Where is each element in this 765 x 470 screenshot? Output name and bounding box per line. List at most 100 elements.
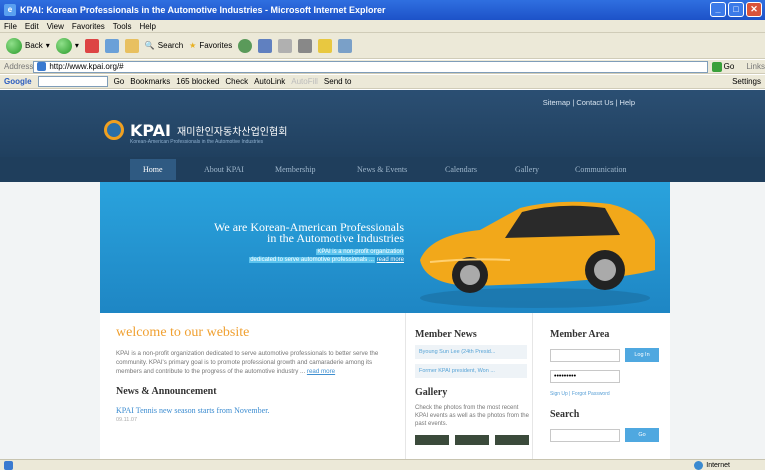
google-bookmarks-button[interactable]: Bookmarks bbox=[130, 77, 170, 86]
search-heading: Search bbox=[550, 409, 580, 420]
main-nav: Home About KPAI Membership News & Events… bbox=[0, 157, 765, 182]
menu-edit[interactable]: Edit bbox=[25, 22, 39, 31]
password-input[interactable]: ••••••••• bbox=[550, 370, 620, 383]
address-go-button[interactable]: Go bbox=[711, 61, 734, 72]
standard-toolbar: Back ▾ ▾ 🔍 Search ★ Favorites bbox=[0, 33, 765, 59]
ie-icon: e bbox=[4, 4, 16, 16]
print-icon[interactable] bbox=[298, 38, 313, 53]
menu-bar: File Edit View Favorites Tools Help bbox=[0, 20, 765, 33]
forward-button[interactable]: ▾ bbox=[55, 37, 79, 54]
nav-news-events[interactable]: News & Events bbox=[357, 165, 407, 174]
member-area-heading: Member Area bbox=[550, 329, 610, 340]
main-content: welcome to our website KPAI is a non-pro… bbox=[100, 313, 670, 459]
nav-membership[interactable]: Membership bbox=[275, 165, 315, 174]
autofill-button[interactable]: AutoFill bbox=[291, 77, 318, 86]
nav-about[interactable]: About KPAI bbox=[204, 165, 244, 174]
send-to-button[interactable]: Send to bbox=[324, 77, 352, 86]
history-icon[interactable] bbox=[258, 38, 273, 53]
gallery-thumbnail[interactable] bbox=[495, 435, 529, 445]
back-arrow-icon bbox=[6, 37, 22, 54]
nav-home[interactable]: Home bbox=[130, 159, 176, 180]
menu-view[interactable]: View bbox=[47, 22, 64, 31]
nav-calendars[interactable]: Calendars bbox=[445, 165, 477, 174]
folder-icon[interactable] bbox=[318, 38, 333, 53]
page-viewport: Sitemap | Contact Us | Help KPAI 재미한인자동차… bbox=[0, 90, 765, 459]
favorites-button[interactable]: ★ Favorites bbox=[189, 41, 232, 50]
car-image bbox=[420, 201, 655, 308]
google-settings-button[interactable]: Settings bbox=[732, 77, 761, 86]
menu-tools[interactable]: Tools bbox=[113, 22, 132, 31]
site-header: Sitemap | Contact Us | Help KPAI 재미한인자동차… bbox=[0, 90, 765, 157]
address-input[interactable]: http://www.kpai.org/# bbox=[33, 60, 708, 73]
google-toolbar: Google Go Bookmarks 165 blocked Check Au… bbox=[0, 75, 765, 89]
nav-communication[interactable]: Communication bbox=[575, 165, 627, 174]
welcome-read-more-link[interactable]: read more bbox=[307, 368, 335, 375]
mail-icon[interactable] bbox=[278, 38, 293, 53]
forward-arrow-icon bbox=[55, 37, 72, 54]
gallery-heading: Gallery bbox=[415, 387, 448, 398]
member-news-item[interactable]: Byoung Sun Lee (24th Presid... bbox=[415, 345, 527, 359]
gallery-thumbnails bbox=[415, 435, 532, 445]
login-button[interactable]: Log In bbox=[625, 348, 659, 362]
kpai-logo-icon bbox=[104, 120, 124, 140]
home-icon[interactable] bbox=[124, 38, 139, 53]
member-news-heading: Member News bbox=[415, 329, 477, 340]
top-links[interactable]: Sitemap | Contact Us | Help bbox=[543, 98, 635, 107]
username-input[interactable] bbox=[550, 348, 620, 362]
menu-help[interactable]: Help bbox=[139, 22, 155, 31]
page-icon bbox=[37, 62, 47, 71]
member-news-item[interactable]: Former KPAI president, Won ... bbox=[415, 364, 527, 378]
minimize-button[interactable]: _ bbox=[710, 2, 726, 17]
refresh-icon[interactable] bbox=[104, 38, 119, 53]
status-bar: Internet bbox=[0, 459, 765, 470]
go-arrow-icon bbox=[711, 61, 722, 72]
media-icon[interactable] bbox=[238, 38, 253, 53]
member-news-column: Member News Byoung Sun Lee (24th Presid.… bbox=[405, 313, 533, 459]
window-title: KPAI: Korean Professionals in the Automo… bbox=[20, 5, 386, 15]
gallery-text: Check the photos from the most recent KP… bbox=[415, 405, 529, 427]
welcome-text: KPAI is a non-profit organization dedica… bbox=[116, 350, 379, 375]
maximize-button[interactable]: □ bbox=[728, 2, 744, 17]
security-zone: Internet bbox=[694, 460, 730, 470]
address-bar: Address http://www.kpai.org/# Go Links bbox=[0, 60, 765, 74]
nav-gallery[interactable]: Gallery bbox=[515, 165, 539, 174]
address-label: Address bbox=[4, 62, 34, 71]
magnifier-icon: 🔍 bbox=[144, 41, 155, 50]
hero-heading: We are Korean-American Professionals in … bbox=[214, 220, 404, 245]
close-button[interactable]: ✕ bbox=[746, 2, 762, 17]
menu-file[interactable]: File bbox=[4, 22, 17, 31]
star-icon: ★ bbox=[189, 41, 197, 50]
address-url: http://www.kpai.org/# bbox=[49, 62, 124, 71]
spell-check-button[interactable]: Check bbox=[225, 77, 248, 86]
globe-icon bbox=[694, 460, 704, 470]
member-area-column: Member Area Log In ••••••••• Sign Up | F… bbox=[540, 313, 670, 442]
hero-banner: We are Korean-American Professionals in … bbox=[100, 182, 670, 313]
back-button[interactable]: Back ▾ bbox=[6, 37, 50, 54]
stop-icon[interactable] bbox=[84, 38, 99, 53]
gallery-thumbnail[interactable] bbox=[415, 435, 449, 445]
autolink-button[interactable]: AutoLink bbox=[254, 77, 285, 86]
news-item-date: 09.11.07 bbox=[116, 417, 138, 423]
links-label[interactable]: Links bbox=[746, 62, 765, 71]
messenger-icon[interactable] bbox=[338, 38, 353, 53]
logo-korean: 재미한인자동차산업인협회 bbox=[177, 126, 288, 138]
popup-blocked-count[interactable]: 165 blocked bbox=[176, 77, 219, 86]
signup-forgot-links[interactable]: Sign Up | Forgot Password bbox=[550, 391, 670, 397]
welcome-column: welcome to our website KPAI is a non-pro… bbox=[116, 325, 396, 423]
gallery-thumbnail[interactable] bbox=[455, 435, 489, 445]
news-heading: News & Announcement bbox=[116, 386, 217, 397]
hero-read-more-link[interactable]: read more bbox=[377, 257, 404, 263]
site-search-input[interactable] bbox=[550, 428, 620, 442]
menu-favorites[interactable]: Favorites bbox=[72, 22, 105, 31]
search-button[interactable]: 🔍 Search bbox=[145, 41, 183, 50]
news-item-link[interactable]: KPAI Tennis new season starts from Novem… bbox=[116, 406, 396, 415]
page-status-icon bbox=[4, 460, 13, 470]
logo-subtitle: Korean-American Professionals in the Aut… bbox=[130, 139, 264, 145]
site-search-go-button[interactable]: Go bbox=[625, 428, 659, 442]
site-logo[interactable]: KPAI 재미한인자동차산업인협회 Korean-American Profes… bbox=[104, 120, 288, 145]
logo-name: KPAI bbox=[130, 120, 171, 140]
google-go-button[interactable]: Go bbox=[114, 77, 125, 86]
google-search-input[interactable] bbox=[37, 76, 108, 87]
google-label[interactable]: Google bbox=[4, 77, 32, 86]
hero-subtext: KPAI is a non-profit organization dedica… bbox=[249, 249, 404, 263]
